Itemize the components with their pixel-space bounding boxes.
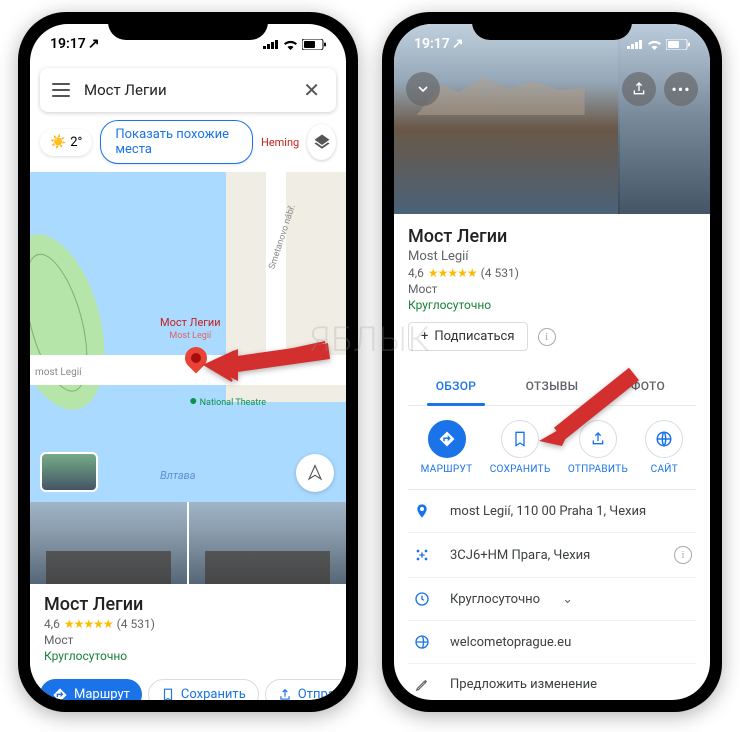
road-label: most Legií — [35, 367, 82, 378]
location-services-icon: ↗ — [452, 36, 464, 52]
notch — [472, 12, 632, 40]
info-button[interactable]: i — [538, 328, 556, 346]
save-button[interactable]: Сохранить — [148, 679, 259, 700]
chevron-down-icon — [415, 81, 431, 97]
website-text: welcometoprague.eu — [450, 635, 571, 650]
info-list: most Legií, 110 00 Praha 1, Чехия 3CJ6+H… — [408, 489, 696, 700]
search-query[interactable]: Мост Легии — [84, 81, 299, 99]
rating-count: (4 531) — [481, 266, 519, 280]
address-text: most Legií, 110 00 Praha 1, Чехия — [450, 504, 646, 519]
share-icon — [278, 688, 292, 701]
navigation-icon — [306, 464, 324, 482]
more-button[interactable]: ••• — [664, 72, 698, 106]
send-button[interactable]: Отправить — [265, 679, 346, 700]
annotation-arrow — [534, 366, 644, 451]
streetview-thumbnail[interactable] — [40, 452, 98, 492]
share-button[interactable] — [622, 72, 656, 106]
route-button[interactable]: Маршрут — [40, 679, 142, 700]
status-time: 19:17 — [50, 36, 86, 52]
phone-frame-right: 19:17 ↗ — [382, 12, 722, 712]
rating-value: 4,6 — [44, 617, 60, 631]
photo-thumb[interactable] — [30, 502, 187, 584]
hours-text: Круглосуточно — [450, 592, 540, 607]
bookmark-icon — [512, 431, 528, 447]
wifi-icon — [283, 39, 298, 50]
globe-icon — [412, 634, 432, 650]
website-button[interactable]: САЙТ — [645, 420, 683, 475]
directions-icon — [52, 687, 68, 701]
photo-thumb[interactable] — [189, 502, 346, 584]
river-label: Влтава — [160, 469, 196, 482]
bookmark-icon — [161, 688, 175, 701]
place-subtitle: Most Legií — [408, 249, 696, 264]
place-card: Мост Легии 4,6 ★★★★★ (4 531) Мост Кругло… — [30, 584, 346, 673]
globe-icon — [655, 430, 673, 448]
layers-icon — [313, 133, 331, 151]
park-area — [30, 223, 122, 420]
rating-count: (4 531) — [117, 617, 155, 631]
pencil-icon — [412, 678, 432, 692]
directions-icon — [438, 430, 456, 448]
suggest-text: Предложить изменение — [450, 677, 597, 692]
place-type: Мост — [408, 282, 696, 296]
plus-code-text: 3CJ6+HM Прага, Чехия — [450, 548, 590, 563]
battery-icon — [302, 39, 326, 50]
location-services-icon: ↗ — [88, 36, 100, 52]
hamburger-icon[interactable] — [52, 83, 70, 97]
website-row[interactable]: welcometoprague.eu — [408, 621, 696, 664]
address-row[interactable]: most Legií, 110 00 Praha 1, Чехия — [408, 490, 696, 533]
similar-places-chip[interactable]: Показать похожие места — [100, 120, 253, 164]
hero-image[interactable]: 19:17 ↗ — [394, 24, 710, 214]
info-button[interactable]: i — [674, 546, 692, 564]
plus-code-icon — [412, 547, 432, 563]
route-button[interactable]: МАРШРУТ — [421, 420, 473, 475]
place-title: Мост Легии — [44, 594, 332, 615]
compass-button[interactable] — [296, 454, 334, 492]
share-icon — [631, 81, 647, 97]
status-time: 19:17 — [414, 36, 450, 52]
back-button[interactable] — [406, 72, 440, 106]
signal-icon — [627, 39, 643, 49]
poi-label: Heming — [261, 136, 299, 149]
stars-icon: ★★★★★ — [64, 617, 113, 631]
clock-icon — [412, 591, 432, 607]
location-pin-icon — [412, 503, 432, 519]
stars-icon: ★★★★★ — [428, 266, 477, 280]
place-type: Мост — [44, 633, 332, 647]
layers-button[interactable] — [307, 124, 336, 160]
map[interactable]: Smetanovo nábř. Мост Легии Most Legií mo… — [30, 172, 346, 502]
wifi-icon — [647, 39, 662, 50]
plus-icon: + — [421, 329, 428, 344]
rating-value: 4,6 — [408, 266, 424, 280]
place-title: Мост Легии — [408, 226, 696, 247]
suggest-edit-row[interactable]: Предложить изменение — [408, 664, 696, 700]
chevron-down-icon: ⌄ — [562, 592, 573, 607]
photo-strip[interactable] — [30, 502, 346, 584]
notch — [108, 12, 268, 40]
search-bar[interactable]: Мост Легии ✕ — [40, 68, 336, 112]
battery-icon — [666, 39, 690, 50]
hours-row[interactable]: Круглосуточно ⌄ — [408, 578, 696, 621]
clear-search-icon[interactable]: ✕ — [299, 78, 324, 102]
action-buttons: Маршрут Сохранить Отправить — [30, 673, 346, 700]
tab-overview[interactable]: ОБЗОР — [408, 367, 504, 405]
plus-code-row[interactable]: 3CJ6+HM Прага, Чехия i — [408, 533, 696, 578]
signal-icon — [263, 39, 279, 49]
weather-temp: 2° — [70, 135, 82, 150]
place-hours: Круглосуточно — [408, 298, 696, 312]
more-icon: ••• — [671, 80, 690, 99]
sun-icon: ☀️ — [50, 135, 66, 150]
phone-frame-left: 19:17 ↗ Мост Легии — [18, 12, 358, 712]
weather-chip[interactable]: ☀️ 2° — [40, 129, 92, 156]
annotation-arrow — [200, 337, 330, 382]
poi-theatre[interactable]: National Theatre — [189, 392, 266, 409]
place-hours: Круглосуточно — [44, 649, 332, 663]
subscribe-button[interactable]: + Подписаться — [408, 322, 528, 351]
